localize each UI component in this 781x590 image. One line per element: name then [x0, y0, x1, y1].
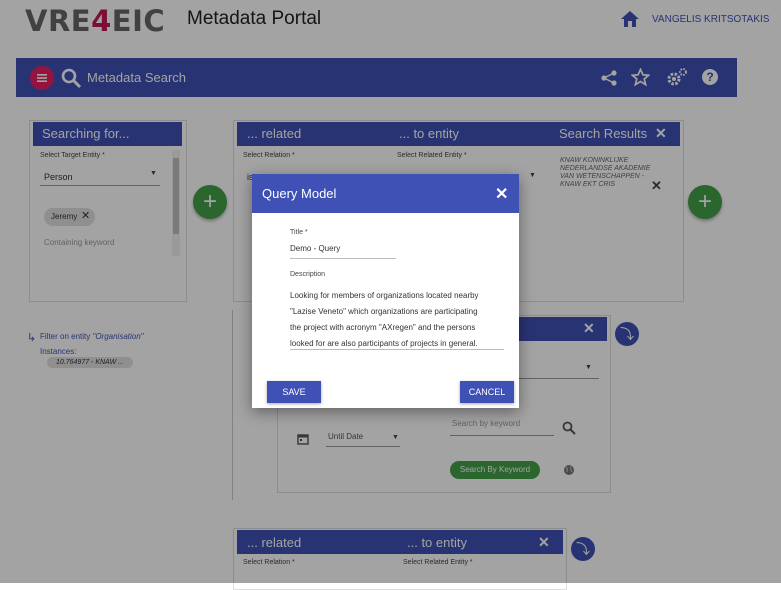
- title-underline: [290, 258, 396, 259]
- save-button[interactable]: SAVE: [267, 381, 321, 403]
- description-underline: [290, 349, 504, 350]
- description-line: Looking for members of organizations loc…: [290, 291, 479, 300]
- description-field[interactable]: Looking for members of organizations loc…: [290, 288, 479, 352]
- title-field-label: Title *: [290, 229, 308, 236]
- cancel-button[interactable]: CANCEL: [460, 381, 514, 403]
- description-label: Description: [290, 271, 326, 278]
- query-model-dialog: Query Model ✕ Title * Demo - Query Descr…: [252, 174, 519, 408]
- title-field[interactable]: Demo - Query: [290, 244, 340, 253]
- description-line: "Lazise Veneto" which organizations are …: [290, 307, 478, 316]
- close-icon[interactable]: ✕: [495, 184, 508, 204]
- dialog-title: Query Model: [262, 186, 337, 201]
- description-line: the project with acronym "AXregen" and t…: [290, 323, 476, 332]
